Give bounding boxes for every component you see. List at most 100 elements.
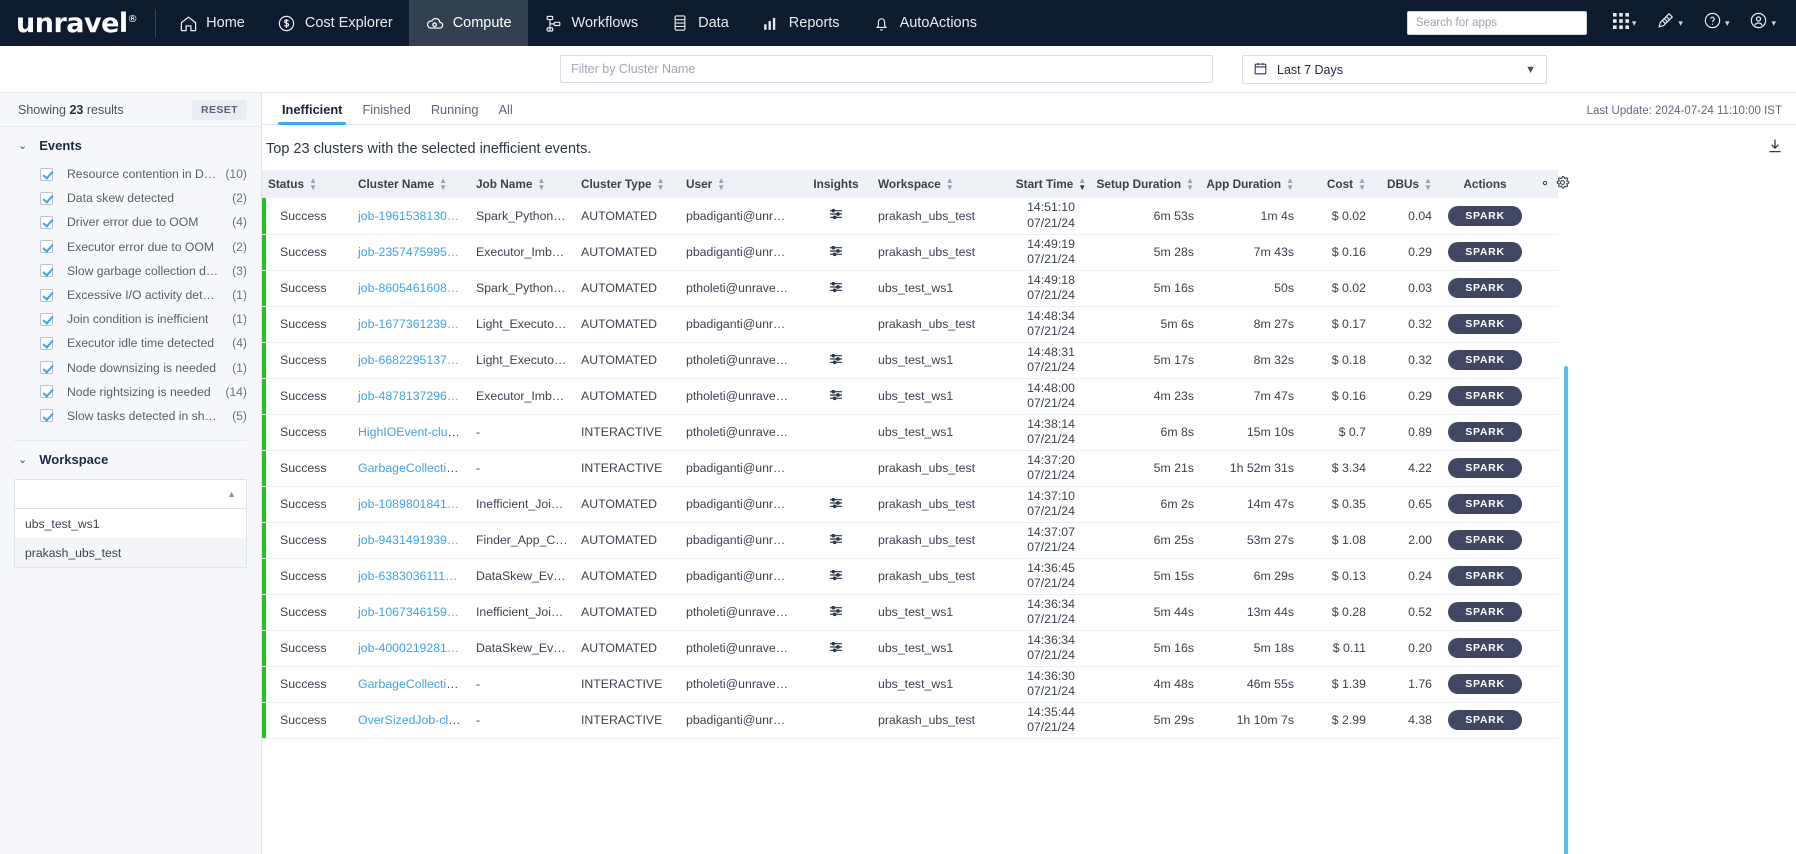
column-header-cost[interactable]: Cost▲▼ — [1300, 170, 1372, 198]
table-row[interactable]: SuccessHighIOEvent-clus…-INTERACTIVEptho… — [262, 414, 1558, 450]
nav-item-workflows[interactable]: Workflows — [528, 0, 655, 46]
cell-insights[interactable] — [800, 342, 872, 378]
cell-insights[interactable] — [800, 270, 872, 306]
cell-cluster-name[interactable]: job-1067346159… — [352, 594, 470, 630]
workspace-select[interactable]: ▲ — [14, 479, 247, 509]
cell-cluster-name[interactable]: job-9431491939… — [352, 522, 470, 558]
insights-sliders-icon[interactable] — [828, 392, 844, 406]
table-row[interactable]: Successjob-1067346159…Inefficient_Join…A… — [262, 594, 1558, 630]
table-row[interactable]: Successjob-6383036111…DataSkew_Even…AUTO… — [262, 558, 1558, 594]
nav-item-autoactions[interactable]: AutoActions — [856, 0, 993, 46]
column-header-start-time[interactable]: Start Time▲▼ — [1002, 170, 1100, 198]
event-filter-item[interactable]: Node downsizing is needed (1) — [0, 356, 261, 380]
vertical-scrollbar-thumb[interactable] — [1564, 366, 1568, 854]
checkbox-checked-icon[interactable] — [40, 216, 53, 229]
cell-cluster-name[interactable]: job-4878137296… — [352, 378, 470, 414]
table-row[interactable]: Successjob-8605461608…Spark_Python_T…AUT… — [262, 270, 1558, 306]
column-header-workspace[interactable]: Workspace▲▼ — [872, 170, 1002, 198]
sort-icon[interactable]: ▲▼ — [657, 178, 665, 191]
checkbox-checked-icon[interactable] — [40, 361, 53, 374]
spark-action-button[interactable]: SPARK — [1448, 314, 1521, 334]
cell-actions[interactable]: SPARK — [1438, 630, 1532, 666]
cell-actions[interactable]: SPARK — [1438, 234, 1532, 270]
cluster-name-link[interactable]: job-4000219281… — [358, 641, 459, 655]
checkbox-checked-icon[interactable] — [40, 385, 53, 398]
nav-item-reports[interactable]: Reports — [745, 0, 856, 46]
spark-action-button[interactable]: SPARK — [1448, 602, 1521, 622]
cell-cluster-name[interactable]: OverSizedJob-clu… — [352, 702, 470, 738]
insights-sliders-icon[interactable] — [828, 644, 844, 658]
event-filter-item[interactable]: Slow garbage collection de… (3) — [0, 259, 261, 283]
insights-sliders-icon[interactable] — [828, 572, 844, 586]
cluster-name-link[interactable]: job-9431491939… — [358, 533, 459, 547]
table-row[interactable]: Successjob-9431491939…Finder_App_Con…AUT… — [262, 522, 1558, 558]
event-filter-item[interactable]: Excessive I/O activity detec… (1) — [0, 283, 261, 307]
checkbox-checked-icon[interactable] — [40, 168, 53, 181]
cell-actions[interactable]: SPARK — [1438, 450, 1532, 486]
spark-action-button[interactable]: SPARK — [1448, 350, 1521, 370]
cell-insights[interactable] — [800, 234, 872, 270]
cell-cluster-name[interactable]: job-6682295137… — [352, 342, 470, 378]
insights-sliders-icon[interactable] — [828, 608, 844, 622]
table-row[interactable]: Successjob-1089801841…Inefficient_Join…A… — [262, 486, 1558, 522]
cluster-name-link[interactable]: job-6682295137… — [358, 353, 459, 367]
cell-actions[interactable]: SPARK — [1438, 558, 1532, 594]
cluster-name-link[interactable]: job-4878137296… — [358, 389, 459, 403]
insights-sliders-icon[interactable] — [828, 284, 844, 298]
workspace-option[interactable]: ubs_test_ws1 — [15, 509, 246, 538]
table-row[interactable]: Successjob-4000219281…DataSkew_Even…AUTO… — [262, 630, 1558, 666]
cell-actions[interactable]: SPARK — [1438, 306, 1532, 342]
checkbox-checked-icon[interactable] — [40, 337, 53, 350]
tab-finished[interactable]: Finished — [352, 102, 420, 124]
nav-item-data[interactable]: Data — [654, 0, 745, 46]
cell-insights[interactable] — [800, 486, 872, 522]
cell-cluster-name[interactable]: job-8605461608… — [352, 270, 470, 306]
cluster-name-link[interactable]: job-1067346159… — [358, 605, 459, 619]
cell-cluster-name[interactable]: job-1961538130… — [352, 198, 470, 234]
table-row[interactable]: Successjob-1961538130…Spark_Python_T…AUT… — [262, 198, 1558, 234]
clusters-table-wrapper[interactable]: Status▲▼ Cluster Name▲▼ Job Name▲▼ Clust… — [262, 170, 1796, 854]
cell-actions[interactable]: SPARK — [1438, 594, 1532, 630]
cluster-name-link[interactable]: OverSizedJob-clu… — [358, 713, 467, 727]
checkbox-checked-icon[interactable] — [40, 264, 53, 277]
cell-cluster-name[interactable]: job-2357475995… — [352, 234, 470, 270]
table-row[interactable]: Successjob-4878137296…Executor_Imbal…AUT… — [262, 378, 1558, 414]
table-row[interactable]: SuccessOverSizedJob-clu…-INTERACTIVEpbad… — [262, 702, 1558, 738]
cell-insights[interactable] — [800, 558, 872, 594]
cell-actions[interactable]: SPARK — [1438, 522, 1532, 558]
cluster-name-link[interactable]: HighIOEvent-clus… — [358, 425, 466, 439]
cluster-name-link[interactable]: job-2357475995… — [358, 245, 459, 259]
cell-insights[interactable] — [800, 630, 872, 666]
spark-action-button[interactable]: SPARK — [1448, 206, 1521, 226]
checkbox-checked-icon[interactable] — [40, 289, 53, 302]
cluster-name-link[interactable]: job-8605461608… — [358, 281, 459, 295]
nav-item-cost-explorer[interactable]: Cost Explorer — [261, 0, 409, 46]
insights-sliders-icon[interactable] — [828, 356, 844, 370]
spark-action-button[interactable]: SPARK — [1448, 710, 1521, 730]
sort-icon[interactable]: ▲▼ — [1078, 178, 1086, 191]
tab-all[interactable]: All — [488, 102, 522, 124]
column-header-status[interactable]: Status▲▼ — [262, 170, 352, 198]
workspace-option[interactable]: prakash_ubs_test — [15, 538, 246, 567]
checkbox-checked-icon[interactable] — [40, 240, 53, 253]
help-menu[interactable]: ▾ — [1695, 8, 1738, 38]
spark-action-button[interactable]: SPARK — [1448, 674, 1521, 694]
spark-action-button[interactable]: SPARK — [1448, 422, 1521, 442]
spark-action-button[interactable]: SPARK — [1448, 242, 1521, 262]
column-header-setup-duration[interactable]: Setup Duration▲▼ — [1100, 170, 1200, 198]
sort-icon[interactable]: ▲▼ — [439, 178, 447, 191]
event-filter-item[interactable]: Resource contention in Driv… (10) — [0, 162, 261, 186]
event-filter-item[interactable]: Executor idle time detected (4) — [0, 331, 261, 355]
cell-cluster-name[interactable]: job-1089801841… — [352, 486, 470, 522]
table-row[interactable]: Successjob-6682295137…Light_Executor_…AU… — [262, 342, 1558, 378]
event-filter-item[interactable]: Executor error due to OOM (2) — [0, 235, 261, 259]
cell-actions[interactable]: SPARK — [1438, 342, 1532, 378]
insights-sliders-icon[interactable] — [828, 248, 844, 262]
spark-action-button[interactable]: SPARK — [1448, 530, 1521, 550]
event-filter-item[interactable]: Node rightsizing is needed (14) — [0, 380, 261, 404]
nav-item-compute[interactable]: Compute — [409, 0, 528, 46]
table-row[interactable]: Successjob-1677361239…Light_Executor_…AU… — [262, 306, 1558, 342]
spark-action-button[interactable]: SPARK — [1448, 638, 1521, 658]
insights-sliders-icon[interactable] — [828, 211, 844, 225]
cell-insights[interactable] — [800, 198, 872, 234]
